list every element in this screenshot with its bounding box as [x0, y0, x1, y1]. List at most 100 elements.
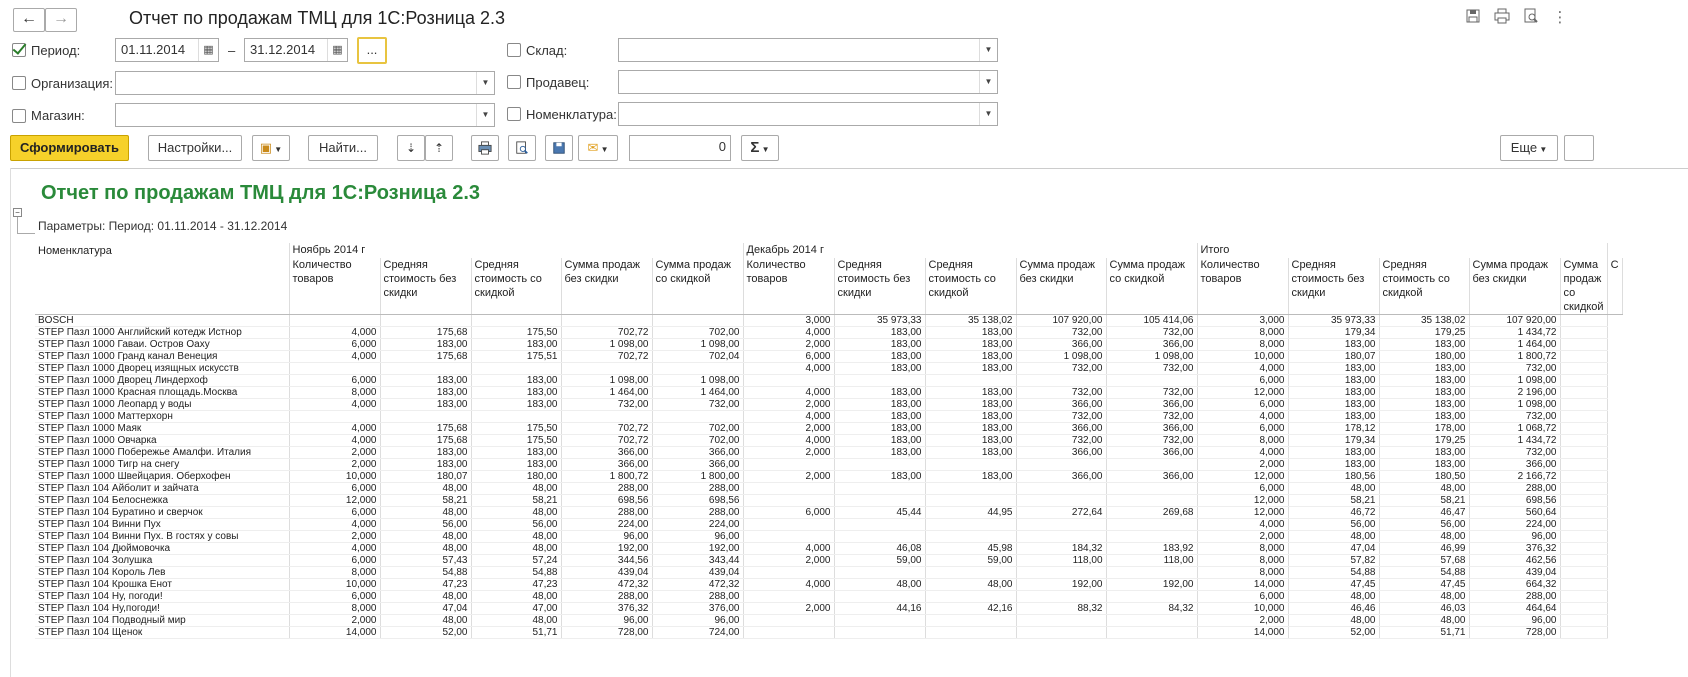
value-cell: 46,99 — [1379, 542, 1470, 555]
value-cell-partial — [1560, 530, 1608, 543]
table-row[interactable]: STEP Пазл 1000 Красная площадь.Москва 8,0… — [35, 386, 1622, 399]
value-cell: 46,47 — [1379, 506, 1470, 519]
shop-field[interactable]: ▼ — [115, 103, 495, 127]
expand-groups-icon[interactable]: ⇡ — [425, 135, 453, 161]
group-bracket — [17, 233, 35, 234]
value-cell: 4,000 — [743, 326, 835, 339]
value-cell: 6,000 — [1197, 482, 1289, 495]
table-row[interactable]: STEP Пазл 104 Айболит и зайчата 6,000 48,0… — [35, 482, 1622, 495]
period-select-button[interactable]: ... — [357, 37, 387, 64]
table-row[interactable]: STEP Пазл 1000 Английский котедж Истнор 4… — [35, 326, 1622, 339]
table-row[interactable]: STEP Пазл 1000 Леопард у воды 4,000 183,00… — [35, 398, 1622, 411]
collapse-groups-icon[interactable]: ⇣ — [397, 135, 425, 161]
print-icon[interactable] — [1492, 8, 1512, 28]
table-row[interactable]: STEP Пазл 1000 Маттерхорн 4,000 183,00 183,… — [35, 410, 1622, 423]
table-row[interactable]: STEP Пазл 1000 Побережье Амалфи. Италия 2… — [35, 446, 1622, 459]
table-row[interactable]: STEP Пазл 1000 Швейцария. Оберхофен 10,00… — [35, 470, 1622, 483]
table-row[interactable]: STEP Пазл 1000 Маяк 4,000 175,68 175,50 702,… — [35, 422, 1622, 435]
table-row[interactable]: STEP Пазл 104 Ну, погоди! 6,000 48,00 48,00… — [35, 590, 1622, 603]
period-to-field[interactable]: 31.12.2014 ▦ — [244, 38, 348, 62]
calendar-icon[interactable]: ▦ — [198, 39, 218, 61]
value-cell — [289, 362, 381, 375]
value-cell: 10,000 — [289, 470, 381, 483]
value-cell: 57,24 — [471, 554, 562, 567]
organization-checkbox[interactable] — [12, 76, 26, 90]
value-cell: 366,00 — [561, 446, 653, 459]
table-row[interactable]: STEP Пазл 104 Буратино и сверчок 6,000 48,… — [35, 506, 1622, 519]
value-cell: 6,000 — [1197, 590, 1289, 603]
period-checkbox[interactable] — [12, 43, 26, 57]
chevron-down-icon[interactable]: ▼ — [476, 72, 494, 94]
chevron-down-icon[interactable]: ▼ — [979, 71, 997, 93]
more-button[interactable]: Еще ▼ — [1500, 135, 1558, 161]
seller-field[interactable]: ▼ — [618, 70, 998, 94]
warehouse-checkbox[interactable] — [507, 43, 521, 57]
table-row[interactable]: STEP Пазл 1000 Гаваи. Остров Оаху 6,000 18… — [35, 338, 1622, 351]
table-row[interactable]: STEP Пазл 104 Дюймовочка 4,000 48,00 48,00 1… — [35, 542, 1622, 555]
save-icon[interactable] — [1463, 8, 1483, 28]
chevron-down-icon[interactable]: ▼ — [979, 39, 997, 61]
value-cell: 183,00 — [834, 386, 926, 399]
value-cell: 6,000 — [1197, 422, 1289, 435]
send-email-button[interactable]: ✉ ▼ — [578, 135, 618, 161]
preview-button[interactable] — [508, 135, 536, 161]
print-button[interactable] — [471, 135, 499, 161]
value-cell: 175,50 — [471, 422, 562, 435]
chevron-down-icon[interactable]: ▼ — [979, 103, 997, 125]
find-button[interactable]: Найти... — [308, 135, 378, 161]
value-cell: 732,00 — [1106, 386, 1198, 399]
table-row[interactable]: STEP Пазл 104 Белоснежка 12,000 58,21 58,21… — [35, 494, 1622, 507]
preview-icon[interactable] — [1521, 8, 1541, 28]
table-row[interactable]: STEP Пазл 104 Щенок 14,000 52,00 51,71 728,0… — [35, 626, 1622, 639]
table-row[interactable]: STEP Пазл 1000 Дворец изящных искусств 4,… — [35, 362, 1622, 375]
value-cell: 107 920,00 — [1016, 314, 1107, 327]
table-row[interactable]: BOSCH 3,000 35 973,33 35 138,02 107 920,00 10… — [35, 314, 1622, 327]
value-cell — [925, 566, 1017, 579]
report-params: Параметры: Период: 01.11.2014 - 31.12.20… — [38, 219, 288, 233]
collapse-icon[interactable]: − — [13, 208, 22, 217]
table-row[interactable]: STEP Пазл 1000 Дворец Линдерхоф 6,000 183,… — [35, 374, 1622, 387]
warehouse-field[interactable]: ▼ — [618, 38, 998, 62]
seller-checkbox[interactable] — [507, 75, 521, 89]
nomenclature-checkbox[interactable] — [507, 107, 521, 121]
table-row[interactable]: STEP Пазл 1000 Овчарка 4,000 175,68 175,50 7… — [35, 434, 1622, 447]
forward-button[interactable]: → — [45, 8, 77, 32]
table-row[interactable]: STEP Пазл 104 Крошка Енот 10,000 47,23 47,2… — [35, 578, 1622, 591]
nomenclature-field[interactable]: ▼ — [618, 102, 998, 126]
table-row[interactable]: STEP Пазл 104 Ну,погоди! 8,000 47,04 47,00 3… — [35, 602, 1622, 615]
chevron-down-icon[interactable]: ▼ — [476, 104, 494, 126]
shop-checkbox[interactable] — [12, 109, 26, 123]
organization-field[interactable]: ▼ — [115, 71, 495, 95]
period-from-field[interactable]: 01.11.2014 ▦ — [115, 38, 219, 62]
table-row[interactable]: STEP Пазл 104 Подводный мир 2,000 48,00 48,… — [35, 614, 1622, 627]
value-cell-partial — [1560, 362, 1608, 375]
value-cell: 1 800,00 — [652, 470, 744, 483]
calendar-icon[interactable]: ▦ — [327, 39, 347, 61]
table-row[interactable]: STEP Пазл 104 Золушка 6,000 57,43 57,24 344,… — [35, 554, 1622, 567]
value-cell: 1 098,00 — [561, 338, 653, 351]
value-cell: 57,82 — [1288, 554, 1380, 567]
report-title: Отчет по продажам ТМЦ для 1С:Розница 2.3 — [41, 182, 481, 204]
value-cell — [1106, 566, 1198, 579]
settings-button[interactable]: Настройки... — [148, 135, 242, 161]
value-cell: 8,000 — [1197, 554, 1289, 567]
help-button[interactable] — [1564, 135, 1594, 161]
back-button[interactable]: ← — [13, 8, 45, 32]
table-row[interactable]: STEP Пазл 104 Винни Пух. В гостях у совы… — [35, 530, 1622, 543]
more-vertical-icon[interactable]: ⋮ — [1550, 8, 1570, 28]
table-row[interactable]: STEP Пазл 1000 Тигр на снегу 2,000 183,00 1… — [35, 458, 1622, 471]
value-cell — [834, 614, 926, 627]
value-cell — [743, 566, 835, 579]
table-row[interactable]: STEP Пазл 1000 Гранд канал Венеция 4,000 1… — [35, 350, 1622, 363]
generate-button[interactable]: Сформировать — [10, 135, 129, 161]
value-cell-partial — [1560, 506, 1608, 519]
table-row[interactable]: STEP Пазл 104 Винни Пух 4,000 56,00 56,00 22… — [35, 518, 1622, 531]
value-cell: 4,000 — [1197, 362, 1289, 375]
value-cell — [652, 314, 744, 327]
variants-button[interactable]: ▣ ▼ — [252, 135, 290, 161]
table-row[interactable]: STEP Пазл 104 Король Лев 8,000 54,88 54,88 4… — [35, 566, 1622, 579]
value-cell: 58,21 — [380, 494, 472, 507]
value-cell: 183,00 — [1288, 398, 1380, 411]
save-report-button[interactable] — [545, 135, 573, 161]
sum-button[interactable]: Σ ▼ — [741, 135, 779, 161]
